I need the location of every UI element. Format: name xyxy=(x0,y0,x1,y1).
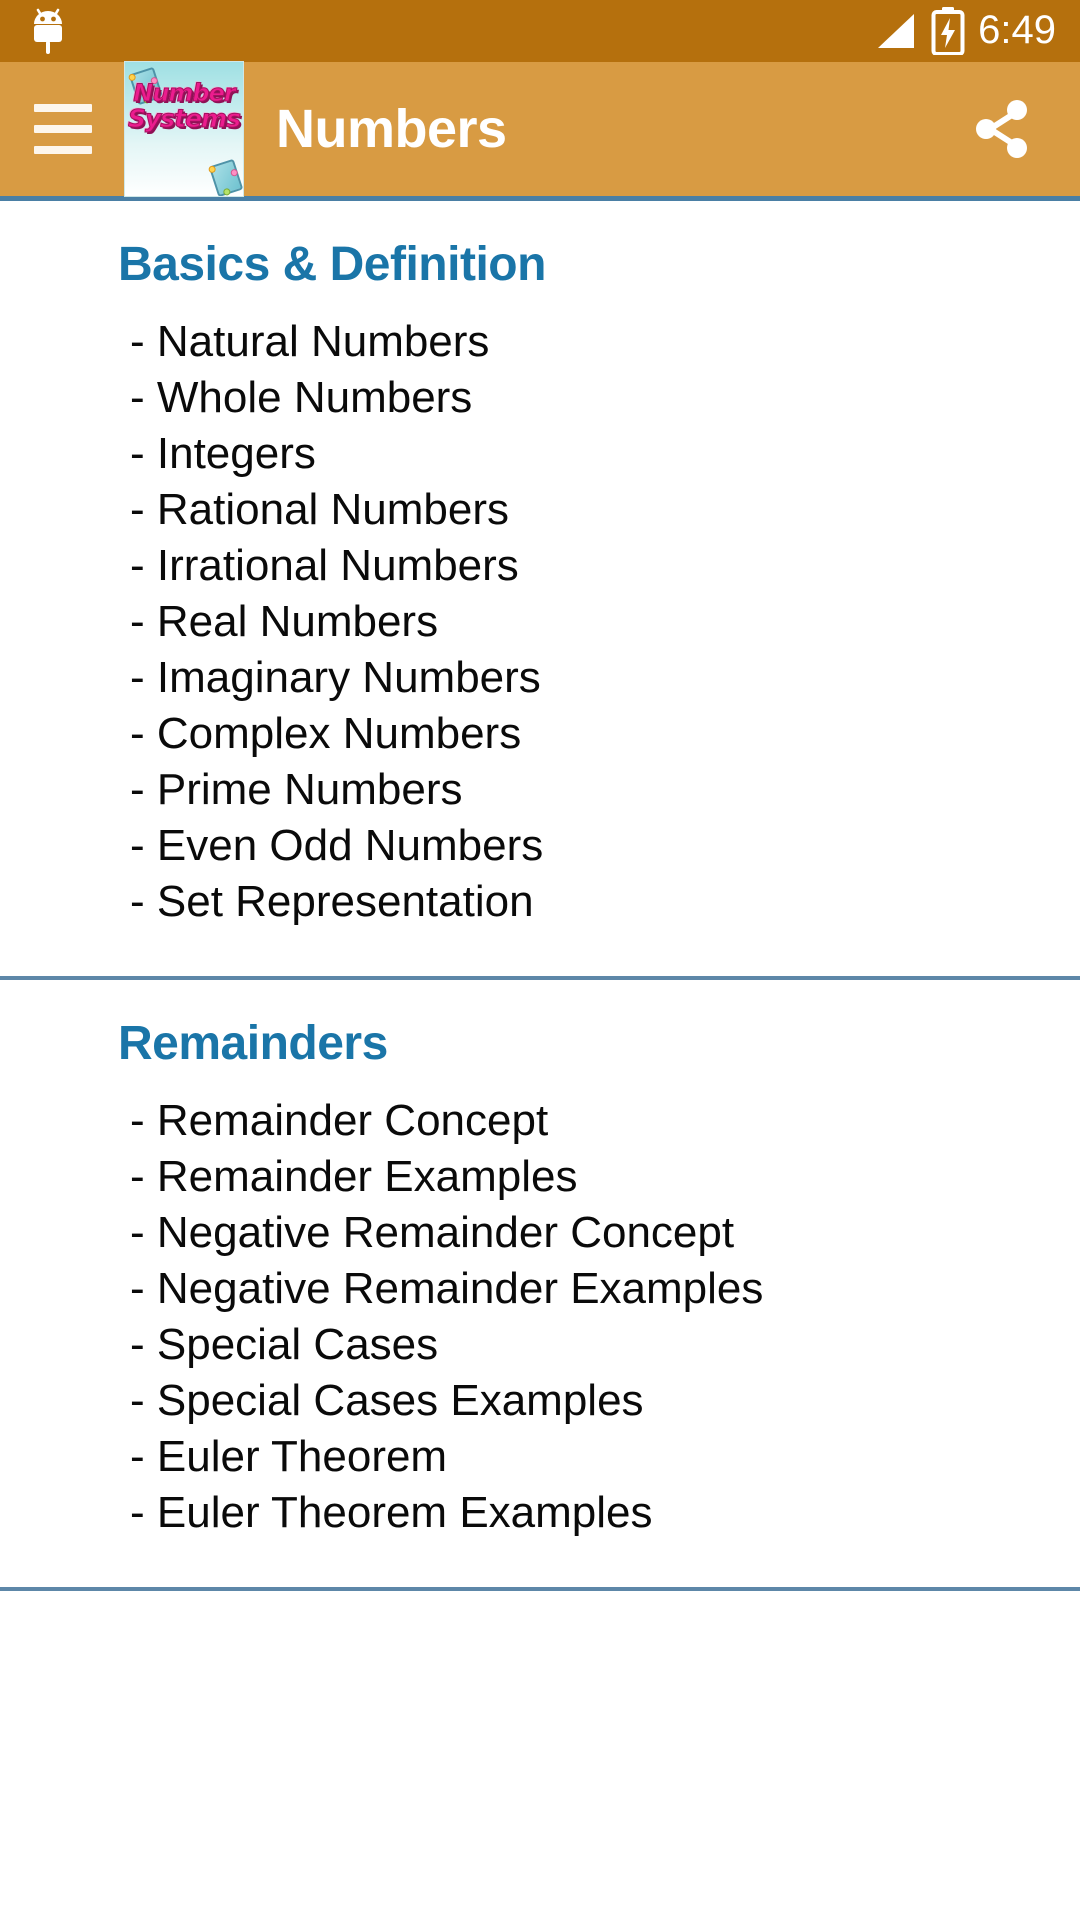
list-item[interactable]: - Remainder Concept xyxy=(0,1093,1080,1149)
app-bar: Number Systems Numbers xyxy=(0,61,1080,197)
app-icon-line2: Systems xyxy=(127,104,241,134)
number-systems-app-icon: Number Systems xyxy=(124,61,244,197)
status-bar-left xyxy=(26,6,70,56)
app-icon-text: Number Systems xyxy=(125,79,243,134)
android-robot-icon xyxy=(34,8,62,54)
list-item[interactable]: - Rational Numbers xyxy=(0,482,1080,538)
list-item[interactable]: - Even Odd Numbers xyxy=(0,818,1080,874)
list-item[interactable]: - Complex Numbers xyxy=(0,706,1080,762)
signal-strength-icon xyxy=(878,14,915,48)
section-heading: Basics & Definition xyxy=(118,238,546,291)
share-button[interactable] xyxy=(962,90,1040,168)
section-remainders: Remainders - Remainder Concept - Remaind… xyxy=(0,980,1080,1587)
list-item[interactable]: - Integers xyxy=(0,426,1080,482)
list-item[interactable]: - Set Representation xyxy=(0,874,1080,930)
list-item[interactable]: - Special Cases xyxy=(0,1317,1080,1373)
section-basics-and-definition: Basics & Definition - Natural Numbers - … xyxy=(0,201,1080,976)
status-bar: 6:49 xyxy=(0,0,1080,62)
content-area: Basics & Definition - Natural Numbers - … xyxy=(0,201,1080,1920)
list-item[interactable]: - Natural Numbers xyxy=(0,314,1080,370)
page-title: Numbers xyxy=(276,99,507,159)
hamburger-bar xyxy=(34,125,92,133)
topic-list: - Natural Numbers - Whole Numbers - Inte… xyxy=(0,292,1080,930)
list-item[interactable]: - Imaginary Numbers xyxy=(0,650,1080,706)
section-heading: Remainders xyxy=(118,1017,388,1070)
list-item[interactable]: - Irrational Numbers xyxy=(0,538,1080,594)
list-item[interactable]: - Real Numbers xyxy=(0,594,1080,650)
app-screen: 6:49 Number Systems Numbers Basics & Def… xyxy=(0,0,1080,1920)
battery-charging-icon xyxy=(931,7,965,55)
list-item[interactable]: - Whole Numbers xyxy=(0,370,1080,426)
hamburger-menu-icon[interactable] xyxy=(34,104,92,154)
status-bar-clock: 6:49 xyxy=(978,7,1056,52)
status-bar-right: 6:49 xyxy=(874,7,1056,55)
list-item[interactable]: - Negative Remainder Concept xyxy=(0,1205,1080,1261)
list-item[interactable]: - Euler Theorem Examples xyxy=(0,1485,1080,1541)
list-item[interactable]: - Remainder Examples xyxy=(0,1149,1080,1205)
topic-list: - Remainder Concept - Remainder Examples… xyxy=(0,1071,1080,1541)
hamburger-bar xyxy=(34,146,92,154)
share-icon xyxy=(976,100,1027,158)
list-item[interactable]: - Negative Remainder Examples xyxy=(0,1261,1080,1317)
hamburger-bar xyxy=(34,104,92,112)
list-item[interactable]: - Prime Numbers xyxy=(0,762,1080,818)
list-item[interactable]: - Special Cases Examples xyxy=(0,1373,1080,1429)
list-item[interactable]: - Euler Theorem xyxy=(0,1429,1080,1485)
app-icon-line1: Number xyxy=(133,79,236,107)
section-divider xyxy=(0,1587,1080,1591)
decorative-card-icon xyxy=(207,158,243,196)
